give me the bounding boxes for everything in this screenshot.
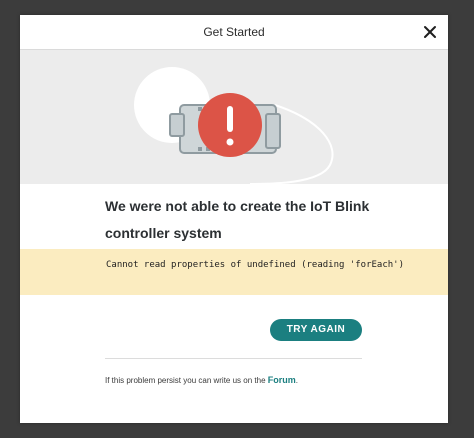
get-started-dialog: Get Started We were not able to create t… [20,15,448,423]
help-note: If this problem persist you can write us… [105,373,405,388]
error-details-box: Cannot read properties of undefined (rea… [20,249,448,295]
close-icon [424,26,436,38]
forum-link[interactable]: Forum [268,375,296,385]
close-button[interactable] [422,24,438,40]
dialog-header: Get Started [20,15,448,50]
help-note-period: . [295,376,298,385]
help-note-text: If this problem persist you can write us… [105,376,266,385]
dialog-title: Get Started [203,25,265,39]
divider [105,358,362,359]
try-again-button[interactable]: TRY AGAIN [270,319,362,341]
error-illustration-banner [20,50,448,184]
error-headline: We were not able to create the IoT Blink… [105,198,370,241]
iot-board-error-icon [134,67,334,184]
error-message-text: Cannot read properties of undefined (rea… [106,260,405,270]
